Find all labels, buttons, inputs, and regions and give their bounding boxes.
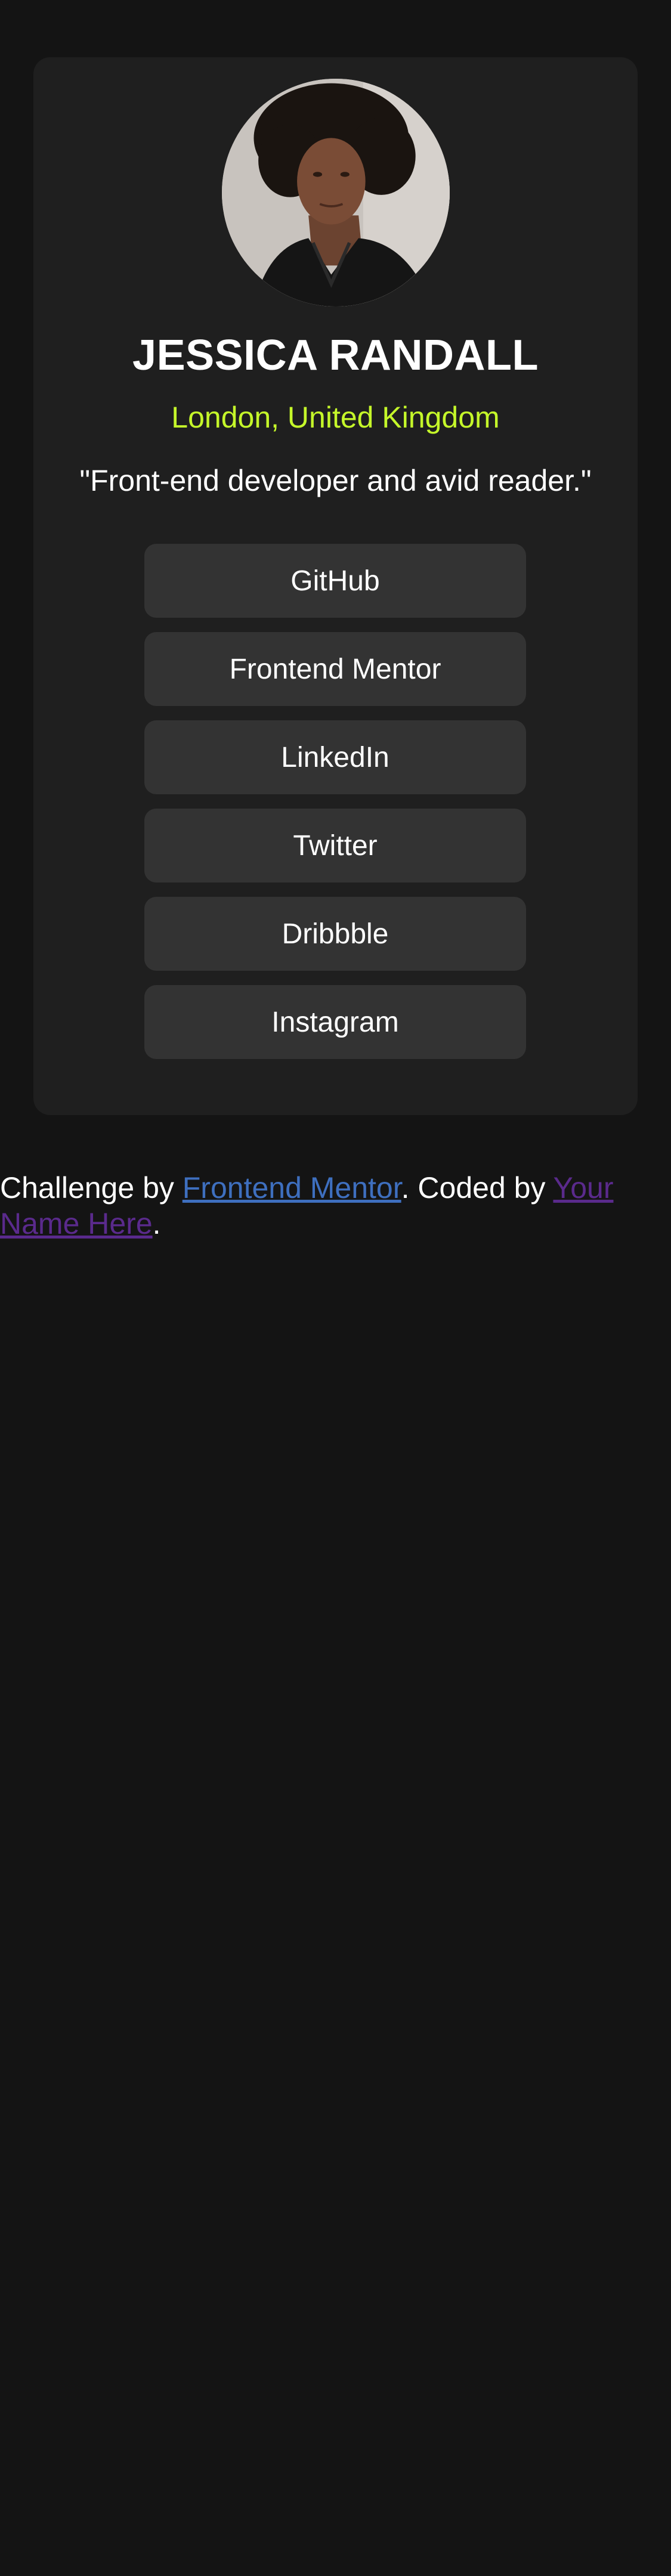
profile-bio: "Front-end developer and avid reader." [79, 464, 592, 497]
avatar [222, 79, 450, 306]
attribution: Challenge by Frontend Mentor. Coded by Y… [0, 1170, 632, 1241]
challenge-link[interactable]: Frontend Mentor [183, 1171, 401, 1205]
link-button-twitter[interactable]: Twitter [144, 809, 526, 883]
attribution-middle: . Coded by [401, 1171, 554, 1205]
profile-location: London, United Kingdom [171, 401, 500, 434]
link-button-instagram[interactable]: Instagram [144, 985, 526, 1059]
link-button-github[interactable]: GitHub [144, 544, 526, 618]
link-button-dribbble[interactable]: Dribbble [144, 897, 526, 971]
social-links: GitHub Frontend Mentor LinkedIn Twitter … [144, 544, 526, 1073]
profile-card: JESSICA RANDALL London, United Kingdom "… [33, 57, 638, 1115]
link-button-frontend-mentor[interactable]: Frontend Mentor [144, 632, 526, 706]
profile-name: JESSICA RANDALL [132, 332, 539, 379]
avatar-photo [222, 79, 450, 306]
link-button-linkedin[interactable]: LinkedIn [144, 720, 526, 794]
attribution-prefix: Challenge by [0, 1171, 183, 1205]
attribution-suffix: . [152, 1207, 161, 1240]
